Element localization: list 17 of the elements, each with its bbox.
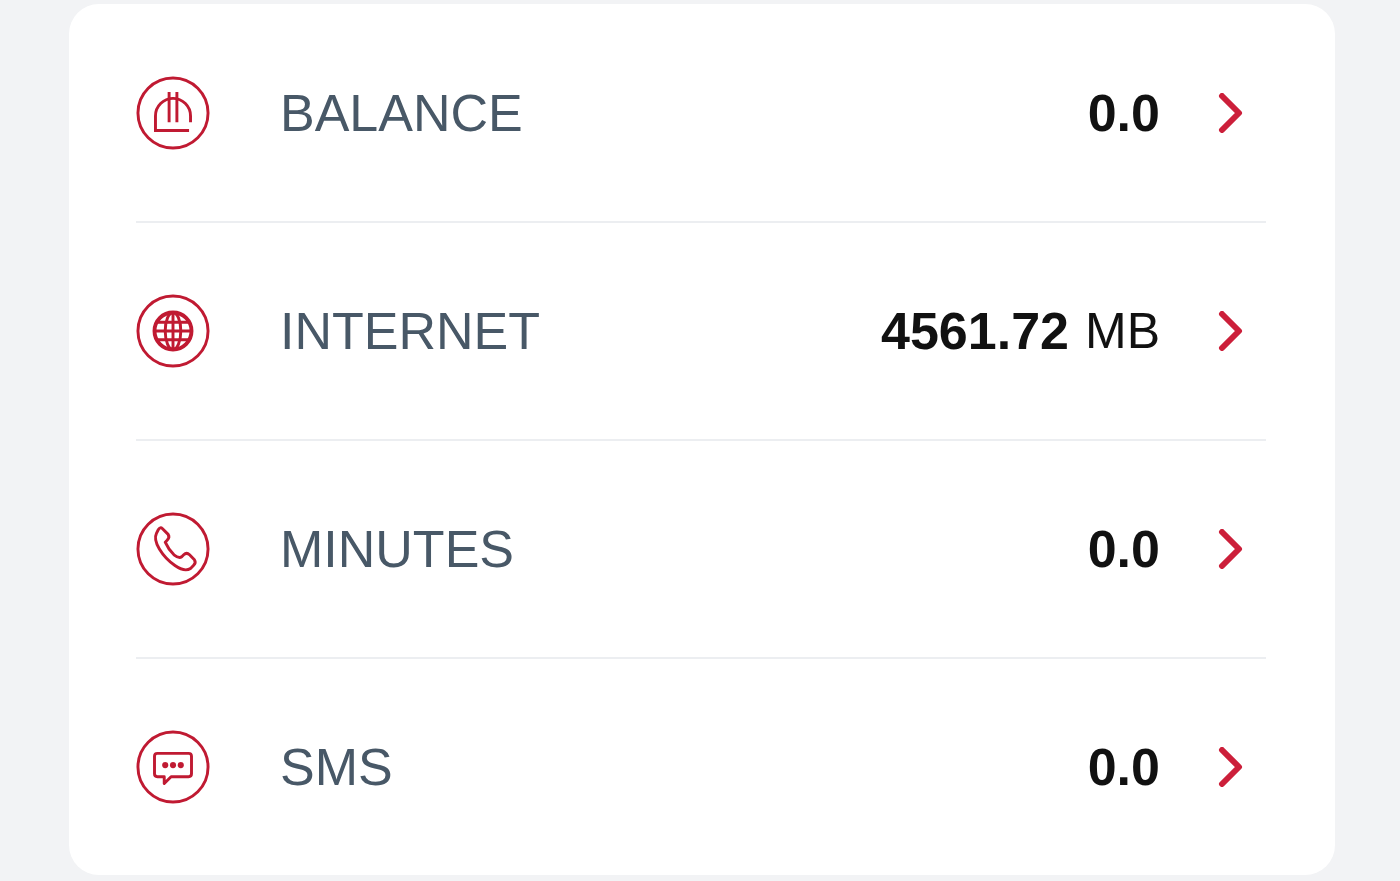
chevron-right-icon[interactable] — [1218, 747, 1244, 787]
chevron-right-icon[interactable] — [1218, 92, 1244, 133]
row-label: BALANCE — [280, 82, 524, 143]
amount-value: 0.0 — [1087, 737, 1160, 797]
globe-icon — [136, 294, 210, 368]
chevron-right-icon[interactable] — [1218, 311, 1244, 351]
row-label: MINUTES — [280, 519, 515, 579]
chevron-right-icon[interactable] — [1218, 529, 1244, 569]
amount-value: 4561.72 — [881, 301, 1069, 361]
phone-icon — [136, 512, 210, 586]
amount-value: 0.0 — [1087, 82, 1160, 143]
row-label: SMS — [280, 737, 394, 797]
unit-label: MB — [1085, 302, 1160, 360]
chat-bubble-icon — [136, 730, 210, 804]
lari-coin-icon — [136, 75, 210, 150]
row-label: INTERNET — [280, 301, 541, 361]
amount-value: 0.0 — [1087, 519, 1160, 579]
